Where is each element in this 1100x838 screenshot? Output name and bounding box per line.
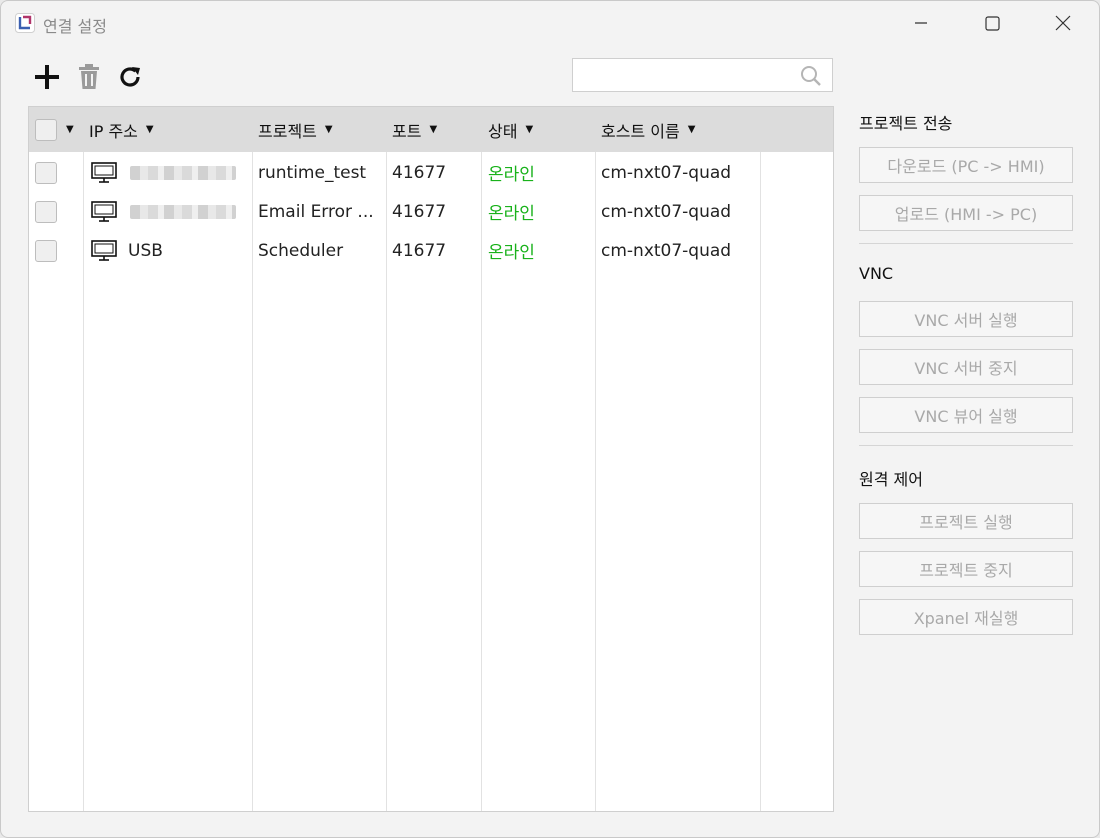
window-title: 연결 설정	[43, 17, 107, 36]
sort-arrow-icon: ▼	[525, 124, 534, 135]
port-cell: 41677	[392, 240, 447, 261]
close-icon	[1055, 15, 1071, 31]
column-header-port-label: 포트	[392, 121, 422, 141]
maximize-button[interactable]	[969, 1, 1015, 45]
vnc-server-stop-button[interactable]: VNC 서버 중지	[859, 349, 1073, 385]
trash-icon	[79, 64, 99, 89]
section-divider	[859, 243, 1073, 244]
column-header-status[interactable]: 상태 ▼	[488, 107, 533, 152]
project-cell: Email Error ...	[258, 201, 374, 222]
project-cell: Scheduler	[258, 240, 344, 261]
table-header: ▼ IP 주소 ▼ 프로젝트 ▼ 포트 ▼ 상태 ▼ 호스트 이름 ▼	[29, 107, 833, 152]
column-header-project[interactable]: 프로젝트 ▼	[258, 107, 333, 152]
column-header-host[interactable]: 호스트 이름 ▼	[601, 107, 695, 152]
column-header-host-label: 호스트 이름	[601, 121, 680, 141]
xpanel-restart-button[interactable]: Xpanel 재실행	[859, 599, 1073, 635]
host-cell: cm-nxt07-quad	[601, 162, 732, 183]
port-cell: 41677	[392, 201, 447, 222]
host-cell: cm-nxt07-quad	[601, 201, 732, 222]
sort-arrow-icon: ▼	[429, 124, 438, 135]
table-row[interactable]: runtime_test 41677 온라인 cm-nxt07-quad	[29, 153, 833, 192]
delete-connection-button[interactable]	[73, 61, 105, 93]
column-header-status-label: 상태	[488, 121, 518, 141]
table-row[interactable]: Email Error ... 41677 온라인 cm-nxt07-quad	[29, 192, 833, 231]
section-title-vnc: VNC	[859, 264, 894, 283]
project-stop-button[interactable]: 프로젝트 중지	[859, 551, 1073, 587]
column-header-ip-label: IP 주소	[89, 121, 138, 141]
minimize-button[interactable]	[898, 1, 944, 45]
row-checkbox[interactable]	[35, 200, 57, 223]
column-header-project-label: 프로젝트	[258, 121, 317, 141]
host-cell: cm-nxt07-quad	[601, 240, 732, 261]
maximize-icon	[984, 15, 1000, 31]
select-dropdown-arrow[interactable]: ▼	[66, 124, 74, 135]
section-divider	[859, 445, 1073, 446]
search-box	[572, 58, 833, 92]
column-header-ip[interactable]: IP 주소 ▼	[89, 107, 154, 152]
row-checkbox[interactable]	[35, 239, 57, 262]
select-all-control: ▼	[35, 107, 74, 152]
app-icon	[15, 13, 35, 33]
monitor-icon	[91, 161, 117, 183]
add-icon	[35, 65, 59, 89]
minimize-icon	[915, 22, 927, 24]
table-row[interactable]: USB Scheduler 41677 온라인 cm-nxt07-quad	[29, 231, 833, 270]
status-cell: 온라인	[488, 165, 535, 185]
section-title-remote: 원격 제어	[859, 470, 923, 489]
project-cell: runtime_test	[258, 162, 367, 183]
monitor-icon	[91, 200, 117, 222]
refresh-icon	[120, 67, 140, 87]
close-button[interactable]	[1040, 1, 1086, 45]
monitor-icon	[91, 239, 117, 261]
ip-cell: USB	[128, 240, 163, 261]
column-header-port[interactable]: 포트 ▼	[392, 107, 437, 152]
download-button[interactable]: 다운로드 (PC -> HMI)	[859, 147, 1073, 183]
row-checkbox[interactable]	[35, 161, 57, 184]
connection-settings-window: 연결 설정 ▼ IP 주소 ▼ 프로젝트 ▼ 포트 ▼ 상태 ▼ 호스트 이름 …	[0, 0, 1100, 838]
sort-arrow-icon: ▼	[687, 124, 696, 135]
project-run-button[interactable]: 프로젝트 실행	[859, 503, 1073, 539]
title-bar: 연결 설정	[1, 1, 1099, 45]
ip-address-redacted	[130, 204, 236, 219]
refresh-button[interactable]	[114, 61, 146, 93]
vnc-server-start-button[interactable]: VNC 서버 실행	[859, 301, 1073, 337]
vnc-viewer-start-button[interactable]: VNC 뷰어 실행	[859, 397, 1073, 433]
sort-arrow-icon: ▼	[324, 124, 333, 135]
select-all-checkbox[interactable]	[35, 118, 57, 141]
connection-table: ▼ IP 주소 ▼ 프로젝트 ▼ 포트 ▼ 상태 ▼ 호스트 이름 ▼ runt…	[28, 106, 834, 812]
sort-arrow-icon: ▼	[145, 124, 154, 135]
section-title-transfer: 프로젝트 전송	[859, 114, 953, 133]
status-cell: 온라인	[488, 204, 535, 224]
upload-button[interactable]: 업로드 (HMI -> PC)	[859, 195, 1073, 231]
port-cell: 41677	[392, 162, 447, 183]
status-cell: 온라인	[488, 243, 535, 263]
search-input[interactable]	[579, 63, 799, 89]
ip-address-redacted	[130, 165, 236, 180]
add-connection-button[interactable]	[31, 61, 63, 93]
search-icon[interactable]	[800, 65, 822, 87]
